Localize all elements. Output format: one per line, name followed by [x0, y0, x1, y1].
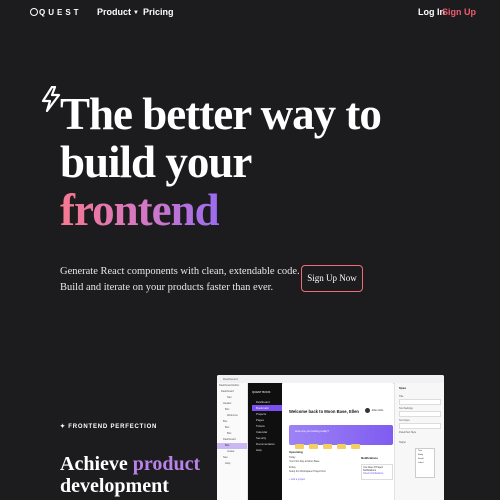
- section-heading-text: Achieve: [60, 453, 128, 475]
- preview-welcome: Welcome back to Moon Base, Ellen: [289, 409, 359, 414]
- preview-panel-field: [399, 411, 441, 417]
- preview-panel-row: Text Settings: [399, 407, 441, 417]
- lightning-bolt-icon: [41, 86, 61, 112]
- preview-dropdown: Text Body Small Label: [415, 448, 435, 478]
- preview-add-project: + Add a project: [289, 478, 306, 481]
- emoji-icon: [295, 444, 304, 449]
- preview-notification-link: Check Notifications: [363, 472, 384, 475]
- preview-upcoming-label: Upcoming: [289, 450, 303, 454]
- preview-panel-row: Helper: [399, 441, 441, 444]
- preview-properties-panel: Styles Title Text Settings Text Input Pa…: [394, 383, 444, 500]
- top-nav: QUEST Product ▼ Pricing Log In Sign Up: [0, 0, 500, 26]
- section-heading-accent: product: [132, 453, 201, 475]
- preview-upcoming-item: Setup For Workspace/ Project Doc: [289, 470, 326, 473]
- preview-tree-item: Help: [225, 462, 231, 465]
- section-heading-end: development: [60, 475, 169, 497]
- preview-panel-row-label: Text Input: [399, 419, 410, 422]
- hero-subtitle: Generate React components with clean, ex…: [60, 266, 300, 293]
- preview-upcoming-item: Friday: [289, 466, 296, 469]
- preview-panel-row-label: Title: [399, 395, 404, 398]
- emoji-icon: [351, 444, 360, 449]
- nav-login-link[interactable]: Log In: [418, 7, 445, 17]
- preview-layer-tree: Dashboard Editor Dashboard Nav Header Box Wel…: [217, 383, 248, 500]
- nav-product-menu[interactable]: Product ▼: [97, 7, 139, 17]
- preview-panel-title: Styles: [399, 387, 407, 390]
- preview-side-item: Help: [256, 448, 262, 452]
- preview-dashboard: Welcome back to Moon Base, Ellen Ellen E…: [283, 383, 393, 500]
- preview-side-brand: QUEST BOOK: [252, 390, 271, 394]
- preview-panel-row: Text Input: [399, 419, 441, 429]
- preview-panel-row-label: Text Settings: [399, 407, 413, 410]
- preview-mood-options: [295, 436, 387, 449]
- preview-panel-field: [399, 423, 441, 429]
- signup-now-button[interactable]: Sign Up Now: [301, 265, 363, 292]
- preview-panel-row-label: Helper: [399, 441, 407, 444]
- logo-text: QUEST: [39, 8, 82, 17]
- section-heading: Achieve product development: [60, 453, 210, 497]
- preview-panel-row-label: Panel/Text Style: [399, 431, 417, 434]
- preview-notification-card: You have 3 Project Notifications Check N…: [361, 464, 393, 480]
- preview-user-name: Ellen Ellis: [372, 409, 384, 412]
- preview-panel-row: Title: [399, 395, 441, 405]
- section-eyebrow-text: FRONTEND PERFECTION: [68, 424, 158, 430]
- preview-upcoming-item: Your First Day at Moon Base: [289, 460, 320, 463]
- logo[interactable]: QUEST: [30, 8, 82, 17]
- preview-app-sidebar: QUEST BOOK Dashboard Bookmark Projects Page…: [248, 383, 282, 500]
- preview-avatar: [365, 408, 370, 413]
- preview-mood-card: How are you feeling today?: [289, 425, 393, 449]
- preview-upcoming-item: Today: [289, 456, 296, 459]
- nav-signup-link[interactable]: Sign Up: [442, 7, 476, 17]
- emoji-icon: [309, 444, 318, 449]
- preview-dropdown-option: Label: [418, 462, 424, 464]
- hero-headline-text: The better way to build your: [60, 89, 382, 187]
- hero-headline-accent: frontend: [60, 185, 220, 235]
- emoji-icon: [337, 444, 346, 449]
- caret-down-icon: ▼: [133, 10, 139, 16]
- nav-pricing-link[interactable]: Pricing: [143, 7, 174, 17]
- section-eyebrow: ✦ FRONTEND PERFECTION: [60, 423, 157, 430]
- nav-product-label: Product: [97, 7, 132, 17]
- editor-preview-screenshot: Dashboard Dashboard Editor Dashboard Nav He…: [217, 375, 444, 500]
- preview-panel-field: [399, 399, 441, 405]
- preview-panel-row: Panel/Text Style: [399, 431, 441, 434]
- emoji-icon: [323, 444, 332, 449]
- preview-notifications-label: Notifications: [361, 456, 378, 460]
- logo-mark-icon: [30, 8, 38, 16]
- preview-window-title: Dashboard: [223, 377, 238, 381]
- hero-headline: The better way to build your frontend: [60, 90, 480, 234]
- preview-mood-question: How are you feeling today?: [295, 429, 329, 433]
